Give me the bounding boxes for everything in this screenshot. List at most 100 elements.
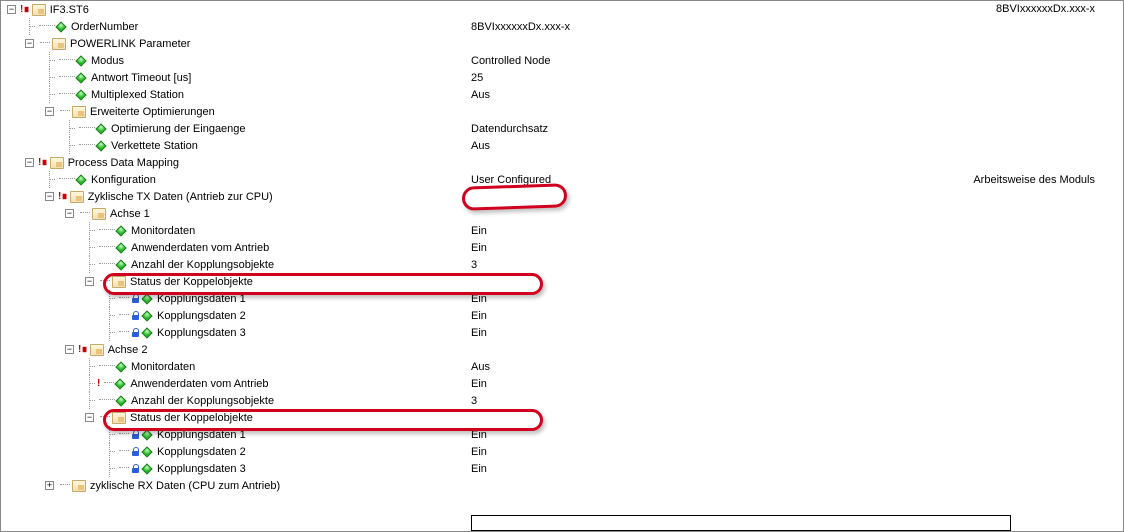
tree-node[interactable]: Kopplungsdaten 2	[157, 310, 246, 322]
tree-node[interactable]: POWERLINK Parameter	[70, 38, 190, 50]
value-cell[interactable]: Ein	[471, 327, 821, 339]
property-icon	[141, 310, 152, 321]
tree-toggle[interactable]: −	[25, 39, 34, 48]
warn-icon: !∎	[20, 4, 30, 15]
tree-toggle[interactable]: −	[65, 345, 74, 354]
tree-node[interactable]: Process Data Mapping	[68, 157, 179, 169]
tree-node[interactable]: zyklische RX Daten (CPU zum Antrieb)	[90, 480, 280, 492]
edit-input[interactable]	[471, 515, 1011, 531]
tree-node[interactable]: Kopplungsdaten 1	[157, 429, 246, 441]
tree-node[interactable]: Status der Koppelobjekte	[130, 412, 253, 424]
group-icon	[52, 38, 66, 50]
property-icon	[75, 55, 86, 66]
tree-node[interactable]: Modus	[91, 55, 124, 67]
tree-node[interactable]: Optimierung der Eingaenge	[111, 123, 246, 135]
group-icon	[72, 480, 86, 492]
tree-node[interactable]: Kopplungsdaten 2	[157, 446, 246, 458]
tree-toggle[interactable]: −	[45, 192, 54, 201]
tree-toggle[interactable]: −	[25, 158, 34, 167]
tree-connector	[25, 18, 35, 35]
tree-node[interactable]: Anzahl der Kopplungsobjekte	[131, 395, 274, 407]
tree-toggle[interactable]: −	[85, 277, 94, 286]
tree-node[interactable]: Achse 1	[110, 208, 150, 220]
property-icon	[75, 89, 86, 100]
config-tree: 8BVIxxxxxxDx.xxx-x − !∎ IF3.ST6 OrderNum…	[1, 1, 1101, 494]
tree-node[interactable]: Anwenderdaten vom Antrieb	[130, 378, 268, 390]
tree-toggle[interactable]: +	[45, 481, 54, 490]
tree-node[interactable]: Anwenderdaten vom Antrieb	[131, 242, 269, 254]
property-icon	[95, 123, 106, 134]
value-cell[interactable]: Ein	[471, 242, 821, 254]
tree-node[interactable]: Erweiterte Optimierungen	[90, 106, 215, 118]
property-icon	[141, 293, 152, 304]
tree-node[interactable]: Zyklische TX Daten (Antrieb zur CPU)	[88, 191, 273, 203]
lock-icon	[131, 328, 140, 337]
lock-icon	[131, 430, 140, 439]
property-icon	[115, 259, 126, 270]
module-code: 8BVIxxxxxxDx.xxx-x	[996, 3, 1095, 15]
property-icon	[55, 21, 66, 32]
value-cell[interactable]: 8BVIxxxxxxDx.xxx-x	[471, 21, 821, 33]
value-cell[interactable]: Ein	[471, 446, 821, 458]
tree-toggle[interactable]: −	[7, 5, 16, 14]
module-icon	[32, 4, 46, 16]
property-icon	[141, 446, 152, 457]
group-icon	[90, 344, 104, 356]
group-icon	[112, 412, 126, 424]
property-icon	[95, 140, 106, 151]
tree-node[interactable]: Multiplexed Station	[91, 89, 184, 101]
tree-toggle[interactable]: −	[45, 107, 54, 116]
property-icon	[141, 463, 152, 474]
warn-icon: !∎	[38, 157, 48, 168]
tree-node-root[interactable]: IF3.ST6	[50, 4, 89, 16]
value-cell[interactable]: User Configured	[471, 174, 821, 186]
group-icon	[50, 157, 64, 169]
property-icon	[75, 174, 86, 185]
property-icon	[115, 242, 126, 253]
tree-node[interactable]: Monitordaten	[131, 225, 195, 237]
warn-icon: !∎	[78, 344, 88, 355]
value-cell[interactable]: Ein	[471, 463, 821, 475]
value-cell[interactable]: Datendurchsatz	[471, 123, 821, 135]
group-icon	[70, 191, 84, 203]
value-cell[interactable]: 3	[471, 259, 821, 271]
value-cell[interactable]: 25	[471, 72, 821, 84]
property-icon	[115, 378, 126, 389]
property-icon	[141, 327, 152, 338]
value-cell[interactable]: Ein	[471, 378, 821, 390]
value-cell[interactable]: Aus	[471, 361, 821, 373]
tree-node[interactable]: Monitordaten	[131, 361, 195, 373]
lock-icon	[131, 311, 140, 320]
tree-node[interactable]: Anzahl der Kopplungsobjekte	[131, 259, 274, 271]
tree-node[interactable]: Kopplungsdaten 3	[157, 463, 246, 475]
warn-icon: !	[97, 378, 100, 389]
property-icon	[75, 72, 86, 83]
property-icon	[115, 361, 126, 372]
group-icon	[112, 276, 126, 288]
warn-icon: !∎	[58, 191, 68, 202]
value-cell[interactable]: Ein	[471, 429, 821, 441]
value-cell[interactable]: Ein	[471, 293, 821, 305]
tree-node[interactable]: Kopplungsdaten 1	[157, 293, 246, 305]
tree-node[interactable]: Achse 2	[108, 344, 148, 356]
tree-node[interactable]: Kopplungsdaten 3	[157, 327, 246, 339]
tree-node[interactable]: Antwort Timeout [us]	[91, 72, 191, 84]
description-cell: Arbeitsweise des Moduls	[973, 174, 1095, 186]
lock-icon	[131, 447, 140, 456]
property-icon	[115, 395, 126, 406]
tree-toggle[interactable]: −	[65, 209, 74, 218]
value-cell[interactable]: 3	[471, 395, 821, 407]
tree-node[interactable]: Konfiguration	[91, 174, 156, 186]
value-cell[interactable]: Ein	[471, 310, 821, 322]
lock-icon	[131, 294, 140, 303]
tree-node[interactable]: Status der Koppelobjekte	[130, 276, 253, 288]
tree-node[interactable]: OrderNumber	[71, 21, 138, 33]
value-cell[interactable]: Aus	[471, 140, 821, 152]
group-icon	[92, 208, 106, 220]
lock-icon	[131, 464, 140, 473]
value-cell[interactable]: Controlled Node	[471, 55, 821, 67]
value-cell[interactable]: Ein	[471, 225, 821, 237]
tree-node[interactable]: Verkettete Station	[111, 140, 198, 152]
value-cell[interactable]: Aus	[471, 89, 821, 101]
tree-toggle[interactable]: −	[85, 413, 94, 422]
